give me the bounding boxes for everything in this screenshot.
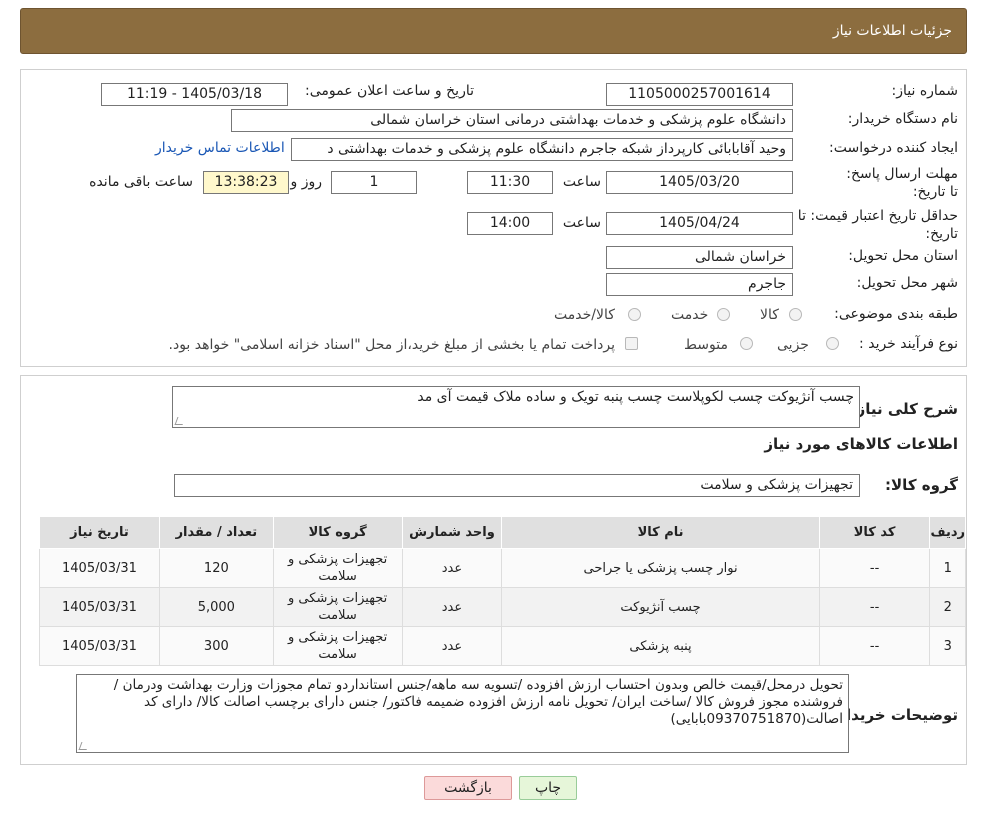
col-quantity: تعداد / مقدار xyxy=(158,516,274,549)
reply-days-field[interactable]: 1 xyxy=(331,171,417,194)
details-panel: شرح کلی نیاز: چسب آنژیوکت چسب لکوپلاست چ… xyxy=(20,375,967,765)
goods-table-header: ردیف کد کالا نام کالا واحد شمارش گروه کا… xyxy=(39,516,966,549)
need-number-label: شماره نیاز: xyxy=(891,83,959,99)
cell-need-date: 1405/03/31 xyxy=(39,626,160,666)
requester-label: ایجاد کننده درخواست: xyxy=(829,140,958,156)
cell-name: چسب آنژیوکت xyxy=(501,587,820,627)
col-name: نام کالا xyxy=(501,516,820,549)
days-label: روز و xyxy=(290,174,323,190)
buyer-org-label: نام دستگاه خریدار: xyxy=(847,111,958,127)
price-validity-time-label: ساعت xyxy=(562,215,601,231)
category-option-service: خدمت xyxy=(671,307,709,323)
goods-group-label: گروه کالا: xyxy=(885,476,958,494)
cell-unit: عدد xyxy=(401,587,503,627)
buyer-notes-text: تحویل درمحل/قیمت خالص وبدون احتساب ارزش … xyxy=(113,677,843,727)
col-code: کد کالا xyxy=(818,516,931,549)
cell-unit: عدد xyxy=(401,626,503,666)
summary-label: شرح کلی نیاز: xyxy=(850,400,958,418)
remaining-time-field: 13:38:23 xyxy=(203,171,289,194)
category-option-goods-service: کالا/خدمت xyxy=(554,307,615,323)
category-option-goods: کالا xyxy=(760,307,779,323)
buyer-notes-textarea[interactable]: تحویل درمحل/قیمت خالص وبدون احتساب ارزش … xyxy=(76,674,849,753)
cell-code: -- xyxy=(818,548,931,588)
delivery-province-field[interactable]: خراسان شمالی xyxy=(606,246,793,269)
reply-date-field[interactable]: 1405/03/20 xyxy=(606,171,793,194)
general-info-panel: شماره نیاز: 1105000257001614 تاریخ و ساع… xyxy=(20,69,967,367)
cell-row: 3 xyxy=(929,626,966,666)
summary-textarea[interactable]: چسب آنژیوکت چسب لکوپلاست چسب پنبه تویک و… xyxy=(172,386,860,428)
price-validity-date-field[interactable]: 1405/04/24 xyxy=(606,212,793,235)
process-option-medium: متوسط xyxy=(684,337,728,353)
cell-group: تجهیزات پزشکی و سلامت xyxy=(272,548,403,588)
cell-need-date: 1405/03/31 xyxy=(39,548,160,588)
cell-quantity: 300 xyxy=(158,626,274,666)
announce-datetime-label: تاریخ و ساعت اعلان عمومی: xyxy=(305,83,474,99)
buyer-contact-link[interactable]: اطلاعات تماس خریدار xyxy=(155,140,285,156)
delivery-province-label: استان محل تحویل: xyxy=(848,248,958,264)
table-row: 1 -- نوار چسب پزشکی یا جراحی عدد تجهیزات… xyxy=(39,548,966,588)
cell-name: نوار چسب پزشکی یا جراحی xyxy=(501,548,820,588)
col-row: ردیف xyxy=(929,516,966,549)
goods-group-field[interactable]: تجهیزات پزشکی و سلامت xyxy=(174,474,860,497)
cell-quantity: 5,000 xyxy=(158,587,274,627)
buyer-org-field[interactable]: دانشگاه علوم پزشکی و خدمات بهداشتی درمان… xyxy=(231,109,793,132)
goods-table: ردیف کد کالا نام کالا واحد شمارش گروه کا… xyxy=(39,516,966,666)
need-number-field[interactable]: 1105000257001614 xyxy=(606,83,793,106)
delivery-city-field[interactable]: جاجرم xyxy=(606,273,793,296)
category-radio-goods-service[interactable] xyxy=(628,308,641,321)
resize-grip-icon[interactable] xyxy=(174,417,186,425)
cell-group: تجهیزات پزشکی و سلامت xyxy=(272,587,403,627)
delivery-city-label: شهر محل تحویل: xyxy=(856,275,958,291)
col-need-date: تاریخ نیاز xyxy=(39,516,160,549)
remaining-time-label: ساعت باقی مانده xyxy=(89,174,193,190)
reply-time-field[interactable]: 11:30 xyxy=(467,171,553,194)
process-option-minor: جزیی xyxy=(777,337,809,353)
reply-time-label: ساعت xyxy=(562,174,601,190)
process-radio-minor[interactable] xyxy=(826,337,839,350)
price-validity-label: حداقل تاریخ اعتبار قیمت: تا تاریخ: xyxy=(797,208,958,242)
announce-datetime-field[interactable]: 1405/03/18 - 11:19 xyxy=(101,83,288,106)
page-title: جزئیات اطلاعات نیاز xyxy=(832,23,952,39)
category-radio-goods[interactable] xyxy=(789,308,802,321)
reply-deadline-label: مهلت ارسال پاسخ: تا تاریخ: xyxy=(846,166,958,200)
price-validity-time-field[interactable]: 14:00 xyxy=(467,212,553,235)
col-group: گروه کالا xyxy=(272,516,403,549)
cell-row: 2 xyxy=(929,587,966,627)
col-unit: واحد شمارش xyxy=(401,516,503,549)
cell-name: پنبه پزشکی xyxy=(501,626,820,666)
goods-info-title: اطلاعات کالاهای مورد نیاز xyxy=(764,435,958,453)
cell-code: -- xyxy=(818,587,931,627)
cell-row: 1 xyxy=(929,548,966,588)
print-button[interactable]: چاپ xyxy=(519,776,577,800)
cell-unit: عدد xyxy=(401,548,503,588)
summary-text: چسب آنژیوکت چسب لکوپلاست چسب پنبه تویک و… xyxy=(417,389,854,405)
category-label: طبقه بندی موضوعی: xyxy=(834,306,958,322)
table-row: 2 -- چسب آنژیوکت عدد تجهیزات پزشکی و سلا… xyxy=(39,587,966,627)
buyer-notes-label: توضیحات خریدار: xyxy=(831,706,958,724)
cell-need-date: 1405/03/31 xyxy=(39,587,160,627)
cell-group: تجهیزات پزشکی و سلامت xyxy=(272,626,403,666)
table-row: 3 -- پنبه پزشکی عدد تجهیزات پزشکی و سلام… xyxy=(39,626,966,666)
back-button[interactable]: بازگشت xyxy=(424,776,512,800)
requester-field[interactable]: وحید آقابابائی کارپرداز شبکه جاجرم دانشگ… xyxy=(291,138,793,161)
treasury-payment-note: پرداخت تمام یا بخشی از مبلغ خرید،از محل … xyxy=(168,337,615,353)
category-radio-service[interactable] xyxy=(717,308,730,321)
process-radio-medium[interactable] xyxy=(740,337,753,350)
process-label: نوع فرآیند خرید : xyxy=(859,336,958,352)
resize-grip-icon[interactable] xyxy=(78,742,90,750)
page-header: جزئیات اطلاعات نیاز xyxy=(20,8,967,54)
treasury-checkbox[interactable] xyxy=(625,337,638,350)
cell-code: -- xyxy=(818,626,931,666)
cell-quantity: 120 xyxy=(158,548,274,588)
